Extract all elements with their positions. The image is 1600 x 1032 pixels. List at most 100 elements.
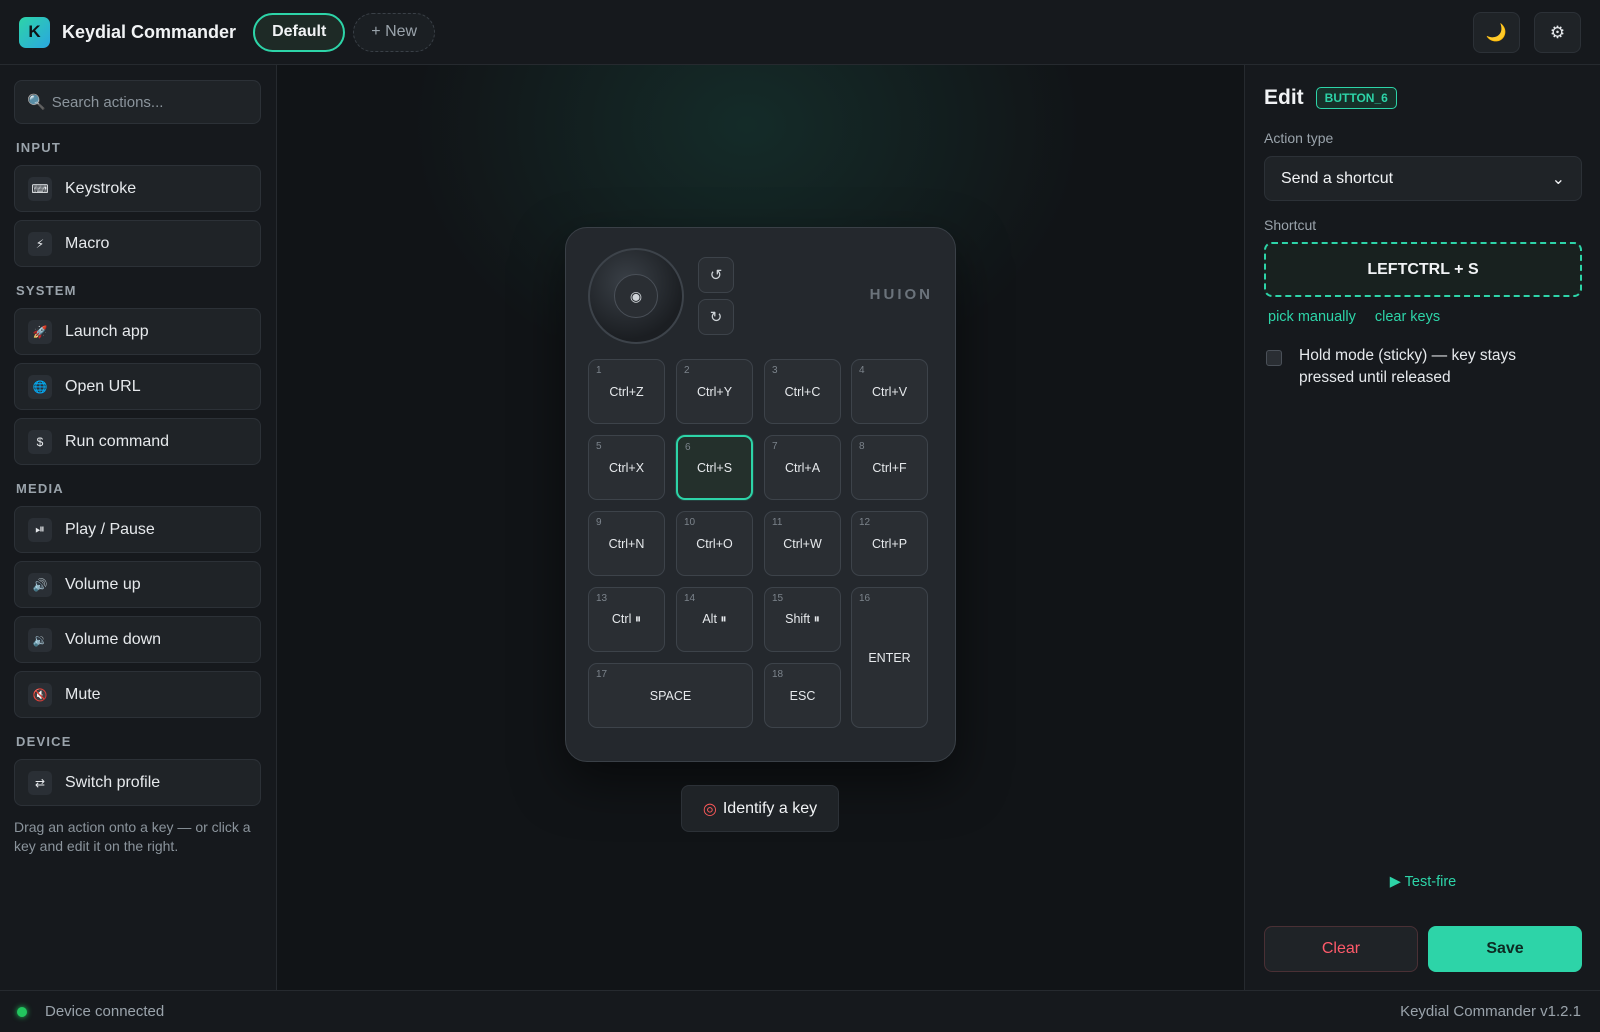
action-launch-app[interactable]: 🚀 Launch app	[14, 308, 261, 355]
action-label: Volume down	[65, 630, 162, 648]
key-button-18[interactable]: 18 ESC	[764, 663, 841, 728]
search-input[interactable]	[51, 93, 251, 111]
profile-tab-default[interactable]: Default	[253, 12, 346, 52]
action-play-pause[interactable]: ⏯ Play / Pause	[14, 506, 261, 553]
pick-manually-link[interactable]: pick manually	[1268, 309, 1356, 325]
action-sections: INPUT ⌨ Keystroke ⚡ Macro SYSTEM 🚀 Launch app 🌐 O…	[14, 140, 262, 806]
open-url-icon: 🌐	[28, 374, 52, 399]
mute-icon: 🔇	[28, 682, 52, 707]
section-title-media: MEDIA	[16, 481, 64, 496]
key-number: 7	[772, 441, 778, 452]
key-number: 12	[859, 517, 871, 528]
identify-key-button[interactable]: ◎ Identify a key	[681, 785, 839, 832]
action-label: Switch profile	[65, 773, 161, 791]
key-button-10[interactable]: 10 Ctrl+O	[676, 511, 753, 576]
key-number: 3	[772, 365, 778, 376]
volume-up-icon: 🔊	[28, 572, 52, 597]
action-volume-up[interactable]: 🔊 Volume up	[14, 561, 261, 608]
key-label: Ctrl+N	[608, 536, 645, 551]
key-label: Ctrl ⏸	[611, 612, 642, 626]
key-button-16[interactable]: 16 ENTER	[851, 587, 928, 728]
section-title-device: DEVICE	[16, 734, 72, 749]
key-number: 16	[859, 593, 871, 604]
action-volume-down[interactable]: 🔉 Volume down	[14, 616, 261, 663]
key-number: 1	[596, 365, 602, 376]
action-open-url[interactable]: 🌐 Open URL	[14, 363, 261, 410]
keydial-device: ◉ ↺ ↻ HUION 1 Ctrl+Z 2 Ctrl+Y 3 Ctrl+C 4 Ctrl+V…	[565, 227, 956, 762]
key-button-1[interactable]: 1 Ctrl+Z	[588, 359, 665, 424]
theme-toggle-button[interactable]: 🌙	[1473, 12, 1520, 53]
device-brand: HUION	[869, 286, 933, 303]
key-button-3[interactable]: 3 Ctrl+C	[764, 359, 841, 424]
launch-app-icon: 🚀	[28, 319, 52, 344]
clear-button[interactable]: Clear	[1264, 926, 1418, 972]
shortcut-capture-field[interactable]: LEFTCTRL + S	[1264, 242, 1582, 297]
rotary-dial[interactable]: ◉	[588, 248, 684, 344]
action-type-select[interactable]: Send a shortcut ⌄	[1264, 156, 1582, 201]
key-label: Ctrl+V	[871, 384, 908, 399]
key-button-5[interactable]: 5 Ctrl+X	[588, 435, 665, 500]
key-button-8[interactable]: 8 Ctrl+F	[851, 435, 928, 500]
edit-panel: Edit BUTTON_6 Action type Send a shortcu…	[1244, 65, 1600, 990]
key-label: ESC	[789, 688, 816, 703]
hold-mode-label: Hold mode (sticky) — key stays pressed u…	[1299, 347, 1517, 386]
chevron-down-icon: ⌄	[1551, 170, 1565, 188]
rotate-ccw-button[interactable]: ↺	[698, 257, 734, 293]
key-number: 10	[684, 517, 696, 528]
key-button-13[interactable]: 13 Ctrl ⏸	[588, 587, 665, 652]
test-fire-button[interactable]: ▶ Test-fire	[1245, 874, 1600, 890]
volume-down-icon: 🔉	[28, 627, 52, 652]
key-button-11[interactable]: 11 Ctrl+W	[764, 511, 841, 576]
action-keystroke[interactable]: ⌨ Keystroke	[14, 165, 261, 212]
key-button-14[interactable]: 14 Alt ⏸	[676, 587, 753, 652]
key-button-7[interactable]: 7 Ctrl+A	[764, 435, 841, 500]
key-button-17[interactable]: 17 SPACE	[588, 663, 753, 728]
app-logo: K	[19, 16, 50, 48]
switch-profile-icon: ⇄	[28, 770, 52, 795]
key-label: Shift ⏸	[785, 612, 820, 626]
key-number: 15	[772, 593, 784, 604]
action-label: Open URL	[65, 377, 141, 395]
play-pause-icon: ⏯	[28, 517, 52, 542]
new-profile-button[interactable]: + New	[353, 12, 436, 52]
action-label: Play / Pause	[65, 520, 155, 538]
key-button-2[interactable]: 2 Ctrl+Y	[676, 359, 753, 424]
key-label: ENTER	[868, 650, 911, 665]
moon-icon: 🌙	[1485, 22, 1508, 42]
key-number: 8	[859, 441, 865, 452]
key-button-6[interactable]: 6 Ctrl+S	[676, 435, 753, 500]
action-macro[interactable]: ⚡ Macro	[14, 220, 261, 267]
edit-title: Edit	[1264, 86, 1304, 109]
key-button-4[interactable]: 4 Ctrl+V	[851, 359, 928, 424]
action-run-command[interactable]: $ Run command	[14, 418, 261, 465]
sidebar-hint: Drag an action onto a key — or click a k…	[14, 819, 251, 854]
rotate-cw-button[interactable]: ↻	[698, 299, 734, 335]
action-switch-profile[interactable]: ⇄ Switch profile	[14, 759, 261, 806]
save-button[interactable]: Save	[1428, 926, 1582, 972]
key-number: 5	[596, 441, 602, 452]
search-box[interactable]: 🔍	[14, 80, 261, 124]
key-number: 18	[772, 669, 784, 680]
shortcut-label: Shortcut	[1264, 217, 1317, 233]
key-number: 2	[684, 365, 690, 376]
settings-button[interactable]: ⚙	[1534, 12, 1581, 53]
action-label: Keystroke	[65, 179, 137, 197]
action-label: Macro	[65, 234, 110, 252]
action-label: Run command	[65, 432, 170, 450]
key-number: 6	[685, 442, 691, 453]
connection-status-text: Device connected	[45, 1003, 165, 1020]
section-title-system: SYSTEM	[16, 283, 77, 298]
key-label: Ctrl+P	[871, 536, 908, 551]
key-button-15[interactable]: 15 Shift ⏸	[764, 587, 841, 652]
dial-center-button[interactable]: ◉	[614, 274, 658, 318]
clear-keys-link[interactable]: clear keys	[1375, 309, 1440, 325]
key-number: 17	[596, 669, 608, 680]
key-button-12[interactable]: 12 Ctrl+P	[851, 511, 928, 576]
key-button-9[interactable]: 9 Ctrl+N	[588, 511, 665, 576]
search-icon: 🔍	[27, 94, 46, 111]
key-label: Ctrl+W	[783, 536, 822, 551]
action-mute[interactable]: 🔇 Mute	[14, 671, 261, 718]
gear-icon: ⚙	[1549, 22, 1566, 42]
hold-mode-checkbox[interactable]	[1266, 350, 1282, 366]
shortcut-value: LEFTCTRL + S	[1367, 260, 1479, 278]
